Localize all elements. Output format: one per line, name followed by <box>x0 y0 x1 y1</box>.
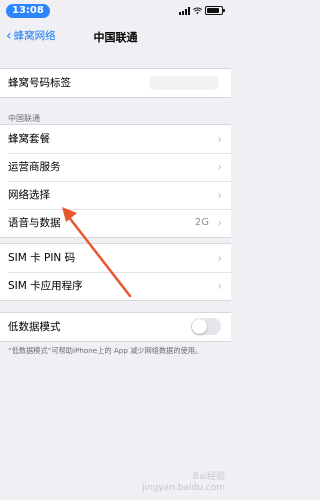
chevron-right-icon: › <box>217 188 222 202</box>
toggle-knob <box>192 319 207 334</box>
row-sim-pin[interactable]: SIM 卡 PIN 码 › <box>0 244 231 272</box>
blurred-value <box>149 76 219 90</box>
row-label: 蜂窝套餐 <box>8 133 50 145</box>
row-label: SIM 卡 PIN 码 <box>8 252 76 264</box>
row-label: 低数据模式 <box>8 321 61 333</box>
watermark-line1: Bai经验 <box>192 472 225 482</box>
page-title: 中国联通 <box>93 31 138 44</box>
status-icons <box>179 6 225 15</box>
status-time: 13:08 <box>6 4 50 18</box>
row-voice-data[interactable]: 语音与数据 2G › <box>0 209 231 237</box>
row-network-selection[interactable]: 网络选择 › <box>0 181 231 209</box>
row-sim-apps[interactable]: SIM 卡应用程序 › <box>0 272 231 300</box>
chevron-right-icon: › <box>217 160 222 174</box>
chevron-right-icon: › <box>217 132 222 146</box>
carrier-group: 蜂窝套餐 › 运营商服务 › 网络选择 › 语音与数据 2G › <box>0 124 231 238</box>
row-label: 网络选择 <box>8 189 50 201</box>
signal-icon <box>179 6 190 15</box>
row-label: 运营商服务 <box>8 161 61 173</box>
chevron-right-icon: › <box>217 216 222 230</box>
section-header-carrier: 中国联通 <box>8 114 40 123</box>
low-data-toggle[interactable] <box>191 318 221 335</box>
watermark: Bai经验 jingyan.baidu.com <box>142 472 225 494</box>
battery-level <box>207 8 219 13</box>
row-carrier-services[interactable]: 运营商服务 › <box>0 153 231 181</box>
status-bar: 13:08 <box>0 0 231 22</box>
row-label: 语音与数据 <box>8 217 61 229</box>
low-data-footer: “低数据模式”可帮助iPhone上的 App 减少网络数据的使用。 <box>8 346 203 355</box>
battery-icon <box>205 6 225 15</box>
watermark-line2: jingyan.baidu.com <box>141 483 225 493</box>
number-label-row[interactable]: 蜂窝号码标签 <box>0 69 231 97</box>
number-label-label: 蜂窝号码标签 <box>8 77 71 89</box>
chevron-right-icon: › <box>217 279 222 293</box>
nav-bar: ‹ 蜂窝网络 中国联通 <box>0 22 231 50</box>
sim-group: SIM 卡 PIN 码 › SIM 卡应用程序 › <box>0 243 231 301</box>
wifi-icon <box>193 7 202 14</box>
row-low-data-mode: 低数据模式 <box>0 313 231 341</box>
low-data-group: 低数据模式 <box>0 312 231 342</box>
number-label-group: 蜂窝号码标签 <box>0 68 231 98</box>
voice-data-value: 2G <box>194 217 209 228</box>
row-cellular-plan[interactable]: 蜂窝套餐 › <box>0 125 231 153</box>
chevron-right-icon: › <box>217 251 222 265</box>
row-label: SIM 卡应用程序 <box>8 280 83 292</box>
